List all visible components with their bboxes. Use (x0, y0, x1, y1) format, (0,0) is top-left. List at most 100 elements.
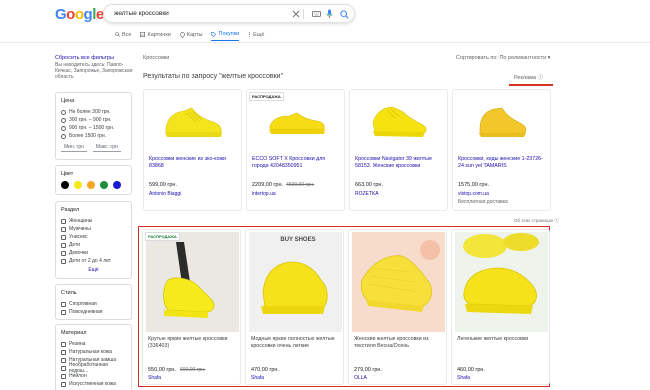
tag-icon (211, 31, 217, 37)
ads-label[interactable]: Реклама ⓘ (514, 73, 543, 81)
tab-images[interactable]: Картинки (140, 31, 171, 41)
color-swatch-orange[interactable] (87, 181, 95, 189)
price-max-input[interactable]: Макс. грн (92, 144, 121, 152)
price-option[interactable]: 900 грн. – 1500 грн. (61, 124, 126, 132)
results-title: Результаты по запросу "желтые кроссовки" (143, 73, 284, 80)
option-label: Дети от 2 до 4 лет (69, 258, 112, 264)
old-price: 4509,00 грн. (286, 182, 315, 188)
product-image[interactable] (249, 232, 342, 332)
radio-icon (61, 133, 66, 139)
tab-more[interactable]: Ещё (248, 31, 264, 41)
store-name[interactable]: ROZETKA (355, 191, 379, 197)
product-title[interactable]: Легенькие желтые кроссовки (457, 336, 547, 343)
section-option[interactable]: Мужчины (61, 225, 126, 233)
checkbox-icon (61, 365, 66, 371)
product-title[interactable]: ECCO SOFT X Кроссовки для города 4204835… (252, 156, 342, 170)
style-option[interactable]: Повседневная (61, 308, 126, 316)
store-name[interactable]: Shafa (148, 375, 161, 381)
product-card[interactable]: РАСПРОДАЖА Крутые яркие желтые кроссовки… (142, 229, 241, 385)
checkbox-icon (61, 309, 66, 315)
product-card[interactable]: Кроссовки женские из эко-кожи 83868 599,… (143, 89, 242, 211)
tab-all[interactable]: Все (115, 31, 131, 41)
search-divider (303, 9, 304, 19)
option-label: Не более 300 грн. (69, 109, 111, 115)
color-swatch-black[interactable] (61, 181, 69, 189)
product-image[interactable] (455, 232, 548, 332)
store-name[interactable]: OLLA (354, 375, 367, 381)
section-option[interactable]: Унисекс (61, 233, 126, 241)
store-name[interactable]: Shafa (251, 375, 264, 381)
style-option[interactable]: Спортивная (61, 300, 126, 308)
option-label: Натуральная кожа (69, 349, 112, 355)
store-name[interactable]: Shafa (457, 375, 470, 381)
section-option[interactable]: Дети (61, 241, 126, 249)
checkbox-icon (61, 381, 66, 387)
price-value: 550,00 грн. (148, 367, 176, 373)
chevron-down-icon: ▾ (547, 55, 551, 61)
show-more-link[interactable]: Ещё (61, 267, 126, 273)
color-swatch-yellow[interactable] (74, 181, 82, 189)
product-price: 460,00 грн. (457, 367, 485, 373)
store-name[interactable]: Antonio Biaggi (149, 191, 181, 197)
search-input[interactable]: желтые кроссовки (114, 10, 169, 17)
product-title[interactable]: Кроссовки Navigator 39 желтые 58153. Жен… (355, 156, 445, 170)
product-card[interactable]: Женские желтые кроссовки из текстиля Вес… (348, 229, 447, 385)
google-logo[interactable]: Google (55, 6, 104, 23)
option-label: 900 грн. – 1500 грн. (69, 125, 115, 131)
tab-shopping[interactable]: Покупки (211, 31, 240, 41)
product-card[interactable]: Легенькие желтые кроссовки 460,00 грн. S… (451, 229, 550, 385)
mic-icon[interactable] (324, 9, 334, 19)
material-option[interactable]: Искусственная кожа (61, 380, 126, 388)
sort-dropdown[interactable]: Сортировать по: По релевантности ▾ (456, 55, 550, 61)
logo-letter: o (74, 6, 84, 23)
price-option[interactable]: Более 1500 грн. (61, 132, 126, 140)
product-title[interactable]: Кроссовки женские из эко-кожи 83868 (149, 156, 239, 170)
price-min-input[interactable]: Мин. грн (61, 144, 87, 152)
store-name[interactable]: vlstop.com.ua (458, 191, 489, 197)
about-ads-note[interactable]: Об этих страницах ⓘ (514, 218, 559, 224)
color-swatch-blue[interactable] (113, 181, 121, 189)
product-title[interactable]: Крутые яркие желтые кроссовки (336403) (148, 336, 238, 350)
product-card[interactable]: BUY SHOES Модные яркие полностью желтые … (245, 229, 344, 385)
product-title[interactable]: Модные яркие полностью желтые кроссовки … (251, 336, 341, 350)
material-option[interactable]: Необработанная подош... (61, 362, 126, 374)
option-label: Дети (69, 242, 81, 248)
product-image[interactable] (351, 91, 446, 151)
section-option[interactable]: Дети от 2 до 4 лет (61, 257, 126, 265)
section-option[interactable]: Женщины (61, 217, 126, 225)
product-image[interactable] (145, 91, 240, 151)
color-swatches (61, 181, 126, 189)
product-card[interactable]: Кроссовки Navigator 39 желтые 58153. Жен… (349, 89, 448, 211)
section-filter: Раздел Женщины Мужчины Унисекс Дети Дево… (55, 201, 132, 279)
clear-icon[interactable] (291, 9, 301, 19)
product-card[interactable]: Кроссовки, кеды женские 1-23726-24 sun у… (452, 89, 551, 211)
store-name[interactable]: intertop.ua (252, 191, 276, 197)
price-option[interactable]: 300 грн. – 900 грн. (61, 116, 126, 124)
product-title[interactable]: Кроссовки, кеды женские 1-23726-24 sun у… (458, 156, 548, 170)
product-image[interactable] (454, 91, 549, 151)
breadcrumb[interactable]: Кроссовки (143, 55, 169, 61)
section-option[interactable]: Девочки (61, 249, 126, 257)
price-option[interactable]: Не более 300 грн. (61, 108, 126, 116)
tab-maps[interactable]: Карты (179, 31, 202, 41)
keyboard-icon[interactable] (311, 9, 321, 19)
search-icon[interactable] (339, 9, 349, 19)
reset-filters-link[interactable]: Сбросить все фильтры (55, 55, 135, 61)
product-card[interactable]: РАСПРОДАЖА ECCO SOFT X Кроссовки для гор… (246, 89, 345, 211)
material-option[interactable]: Натуральная кожа (61, 348, 126, 356)
search-box[interactable]: желтые кроссовки (103, 4, 355, 23)
sneaker-photo (352, 232, 445, 332)
option-label: Нейлон (69, 373, 87, 379)
watermark-text: BUY SHOES (280, 237, 316, 243)
product-title[interactable]: Женские желтые кроссовки из текстиля Вес… (354, 336, 444, 350)
color-swatch-green[interactable] (100, 181, 108, 189)
material-option[interactable]: Резина (61, 340, 126, 348)
product-image[interactable] (146, 232, 239, 332)
radio-icon (61, 109, 66, 115)
price-value: 663,00 грн. (355, 182, 383, 188)
product-price: 2209,00 грн. 4509,00 грн. (252, 182, 314, 188)
style-filter: Стиль Спортивная Повседневная (55, 284, 132, 320)
product-image[interactable] (352, 232, 445, 332)
checkbox-icon (61, 349, 66, 355)
checkbox-icon (61, 250, 66, 256)
